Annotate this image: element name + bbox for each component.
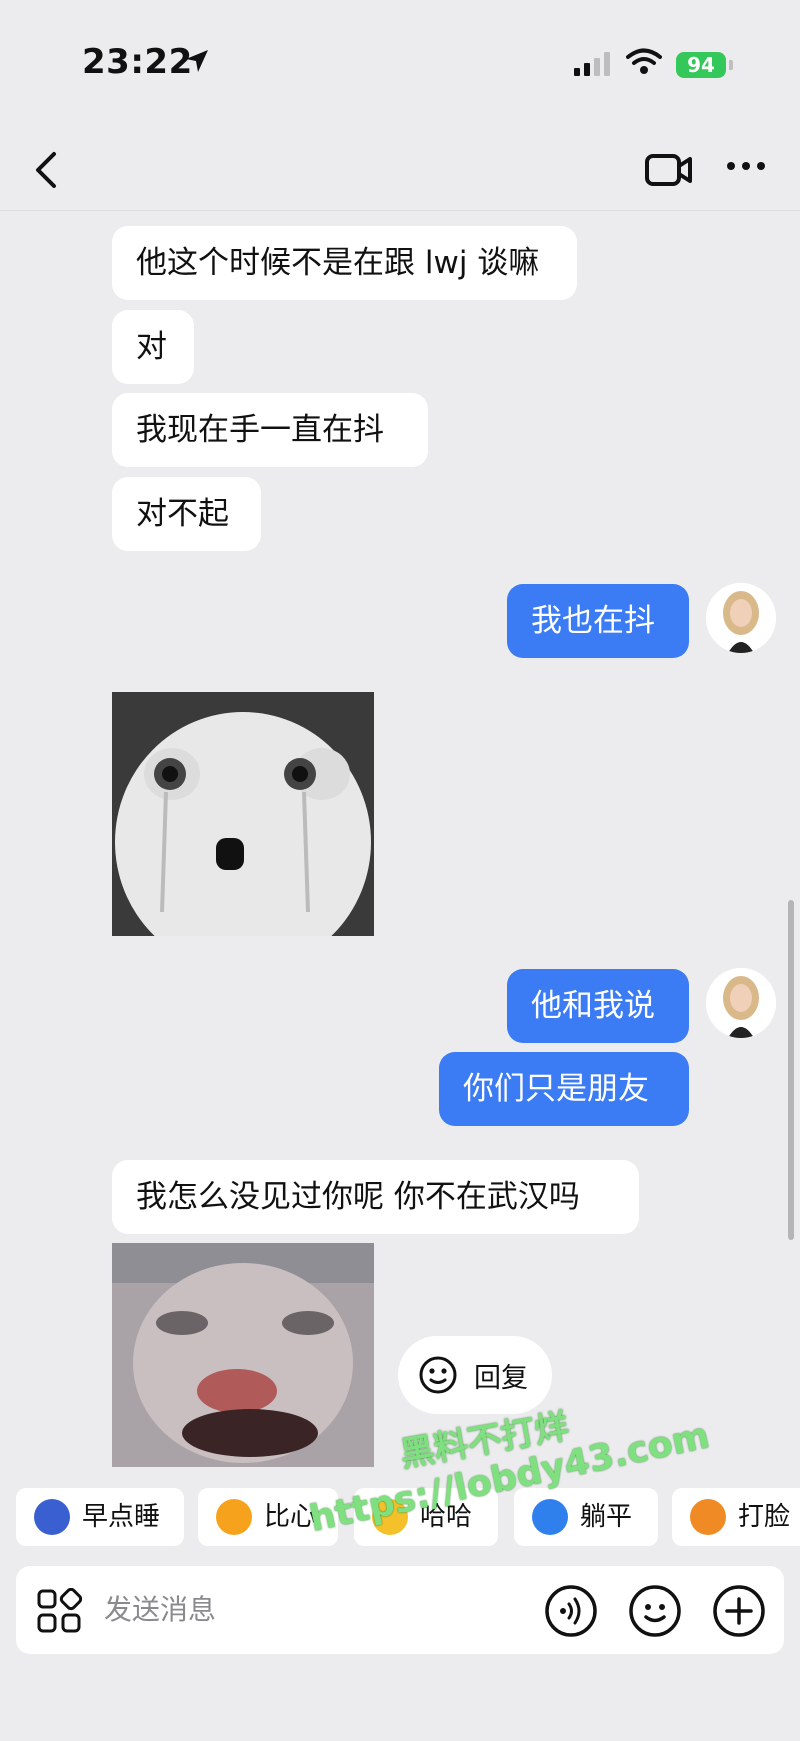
reply-label: 回复 xyxy=(474,1363,528,1394)
message-bubble-incoming[interactable]: 我怎么没见过你呢 你不在武汉吗 xyxy=(112,1160,639,1234)
crying-ghost-sticker[interactable] xyxy=(112,692,374,936)
quick-reply-chip[interactable]: 早点睡 xyxy=(16,1488,184,1546)
voice-input-icon[interactable] xyxy=(544,1584,598,1638)
cellular-signal-icon xyxy=(574,52,610,76)
quick-reply-label: 早点睡 xyxy=(82,1502,161,1532)
message-bubble-incoming[interactable]: 对 xyxy=(112,310,194,384)
message-bubble-outgoing[interactable]: 他和我说 xyxy=(507,969,689,1043)
face-slap-emoji-icon xyxy=(690,1499,726,1535)
back-chevron-icon[interactable] xyxy=(28,148,64,192)
message-input[interactable]: 发送消息 xyxy=(104,1566,216,1654)
message-bubble-incoming[interactable]: 我现在手一直在抖 xyxy=(112,393,428,467)
wifi-icon xyxy=(626,48,662,74)
battery-cap xyxy=(729,60,733,70)
message-bubble-incoming[interactable]: 对不起 xyxy=(112,477,261,551)
quick-reply-chip[interactable]: 打脸 xyxy=(672,1488,800,1546)
crying-ghost-sticker-image xyxy=(112,692,374,936)
message-bubble-outgoing[interactable]: 你们只是朋友 xyxy=(439,1052,689,1126)
smiley-face-icon xyxy=(419,1356,457,1394)
scrollbar[interactable] xyxy=(788,900,794,1240)
quick-reply-label: 比心 xyxy=(264,1502,317,1532)
battery-indicator: 94 xyxy=(676,52,726,78)
user-avatar-image xyxy=(706,968,776,1038)
quick-reply-label: 打脸 xyxy=(738,1502,791,1532)
screaming-cat-sticker[interactable] xyxy=(112,1243,374,1467)
more-options-icon[interactable] xyxy=(726,160,766,172)
status-time: 23:22 xyxy=(82,42,193,82)
heart-hands-emoji-icon xyxy=(216,1499,252,1535)
quick-reply-chip[interactable]: 躺平 xyxy=(514,1488,658,1546)
message-bubble-outgoing[interactable]: 我也在抖 xyxy=(507,584,689,658)
user-avatar-image xyxy=(706,583,776,653)
apps-grid-icon[interactable] xyxy=(36,1588,82,1634)
screaming-cat-sticker-image xyxy=(112,1243,374,1467)
location-arrow-icon xyxy=(186,50,208,72)
chat-header xyxy=(0,120,800,211)
message-bubble-incoming[interactable]: 他这个时候不是在跟 lwj 谈嘛 xyxy=(112,226,577,300)
quick-reply-label: 躺平 xyxy=(580,1502,633,1532)
status-bar: 23:22 94 xyxy=(0,0,800,120)
plus-icon[interactable] xyxy=(712,1584,766,1638)
video-call-icon[interactable] xyxy=(644,152,694,188)
emoji-icon[interactable] xyxy=(628,1584,682,1638)
lying-flat-emoji-icon xyxy=(532,1499,568,1535)
user-avatar[interactable] xyxy=(706,583,776,653)
message-input-bar: 发送消息 xyxy=(16,1566,784,1654)
reply-button[interactable]: 回复 xyxy=(398,1336,552,1414)
sleepy-emoji-icon xyxy=(34,1499,70,1535)
user-avatar[interactable] xyxy=(706,968,776,1038)
